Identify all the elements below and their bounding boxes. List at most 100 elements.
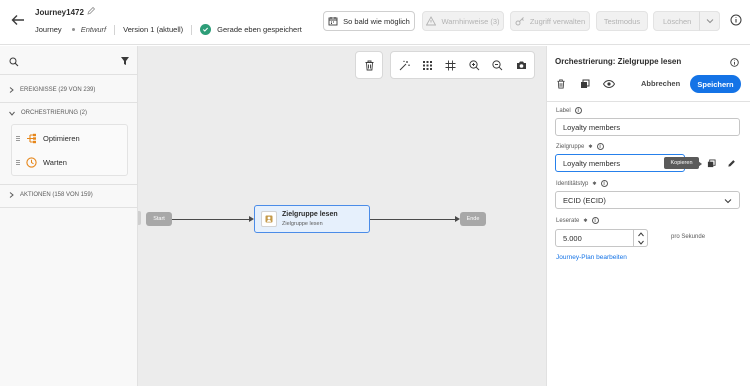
tooltip-arrow [698, 161, 702, 167]
copy-icon[interactable] [707, 159, 716, 168]
chevron-down-icon[interactable] [638, 240, 644, 245]
drag-handle-icon[interactable] [16, 135, 20, 141]
label-input[interactable]: Loyalty members [555, 118, 740, 136]
identity-type-value: ECID (ECID) [563, 195, 606, 205]
required-marker: ✱ [588, 143, 593, 150]
chevron-up-icon[interactable] [638, 232, 644, 237]
chevron-right-icon [9, 192, 14, 198]
edit-name-pencil-icon[interactable] [86, 6, 96, 16]
category-events-label: EREIGNISSE (29 VON 239) [20, 87, 96, 93]
drag-handle-icon[interactable] [16, 159, 20, 165]
rate-value: 5.000 [563, 233, 582, 243]
category-events[interactable]: EREIGNISSE (29 VON 239) [9, 87, 95, 93]
chevron-right-icon [9, 87, 14, 93]
magic-wand-icon[interactable] [399, 60, 410, 71]
divider [0, 207, 138, 208]
trash-icon[interactable] [364, 60, 375, 71]
connector-line [370, 219, 455, 220]
category-actions[interactable]: AKTIONEN (158 VON 159) [9, 192, 93, 198]
info-icon[interactable]: i [574, 107, 582, 114]
back-arrow-icon[interactable] [10, 12, 26, 28]
rate-unit: pro Sekunde [671, 234, 706, 240]
saved-check-icon [200, 24, 212, 35]
copy-tooltip: Kopieren [664, 157, 699, 169]
zoom-in-icon[interactable] [469, 60, 480, 71]
calendar-icon [328, 17, 338, 26]
clock-icon [26, 156, 37, 168]
eye-icon[interactable] [603, 80, 615, 88]
optimize-icon [27, 133, 36, 143]
fit-to-screen-icon[interactable] [445, 60, 456, 71]
chevron-down-icon [706, 19, 713, 24]
identity-type-select[interactable]: ECID (ECID) [555, 191, 740, 209]
info-icon[interactable]: i [600, 180, 608, 187]
filter-icon[interactable] [120, 56, 130, 66]
divider [0, 102, 138, 103]
rate-stepper[interactable] [633, 229, 648, 247]
journey-name: Journey1472 [35, 8, 84, 17]
activity-wait[interactable]: Warten [11, 150, 128, 174]
panel-title: Orchestrierung: Zielgruppe lesen [555, 57, 682, 66]
properties-panel [546, 46, 750, 386]
start-node[interactable]: Start [146, 212, 172, 226]
duplicate-icon[interactable] [580, 79, 590, 89]
audience-label-text: Zielgruppe [556, 143, 585, 150]
schedule-button[interactable]: So bald wie möglich [323, 11, 415, 31]
divider [191, 24, 193, 35]
info-icon[interactable] [730, 14, 742, 26]
warnings-button[interactable]: Warnhinweise (3) [422, 11, 504, 31]
node-subtitle: Zielgruppe lesen [282, 221, 323, 227]
version-label: Version 1 (aktuell) [123, 25, 184, 34]
grid-icon[interactable] [422, 60, 433, 71]
required-marker: ✱ [583, 217, 588, 224]
info-icon[interactable]: i [596, 143, 604, 150]
saved-status: Gerade eben gespeichert [217, 25, 302, 34]
activity-optimize-label: Optimieren [43, 133, 80, 143]
schedule-label: So bald wie möglich [343, 16, 410, 26]
end-node[interactable]: Ende [460, 212, 486, 226]
identity-field-label: Identitätstyp ✱ i [556, 180, 608, 187]
status-dot [71, 28, 75, 31]
more-options-button[interactable] [699, 11, 720, 31]
audience-icon [261, 211, 277, 227]
identity-label-text: Identitätstyp [556, 180, 589, 187]
camera-icon[interactable] [516, 60, 527, 71]
test-mode-label: Testmodus [603, 16, 641, 26]
save-button[interactable]: Speichern [690, 75, 741, 93]
journey-meta: Journey Entwurf Version 1 (aktuell) Gera… [35, 24, 302, 35]
test-mode-button[interactable]: Testmodus [596, 11, 648, 31]
node-title: Zielgruppe lesen [282, 211, 338, 218]
key-icon [515, 17, 524, 26]
manage-access-label: Zugriff verwalten [529, 16, 586, 26]
category-orchestration-label: ORCHESTRIERUNG (2) [21, 110, 88, 116]
info-icon[interactable] [730, 58, 739, 67]
search-icon[interactable] [9, 57, 19, 67]
cancel-button[interactable]: Abbrechen [641, 79, 680, 88]
start-node-label: Start [153, 216, 165, 222]
palette-collapse-handle[interactable] [138, 211, 141, 225]
category-orchestration[interactable]: ORCHESTRIERUNG (2) [9, 110, 87, 116]
category-actions-label: AKTIONEN (158 VON 159) [20, 192, 93, 198]
warning-icon [426, 16, 437, 26]
label-field-label: Label i [556, 107, 582, 114]
info-icon[interactable]: i [591, 217, 599, 224]
edit-journey-plan-link[interactable]: Journey-Plan bearbeiten [556, 254, 627, 261]
chevron-down-icon [9, 111, 15, 116]
trash-icon[interactable] [556, 79, 566, 89]
status-label: Entwurf [80, 25, 107, 34]
read-audience-node[interactable]: Zielgruppe lesen Zielgruppe lesen [254, 205, 370, 233]
zoom-out-icon[interactable] [492, 60, 503, 71]
canvas-toolbar [390, 51, 535, 79]
divider [0, 184, 138, 185]
divider [0, 74, 138, 75]
required-marker: ✱ [592, 180, 597, 187]
delete-toolbar [355, 51, 383, 79]
manage-access-button[interactable]: Zugriff verwalten [510, 11, 590, 31]
chevron-down-icon [724, 199, 732, 204]
header-bar: Journey1472 Journey Entwurf Version 1 (a… [0, 0, 750, 45]
edit-pencil-icon[interactable] [727, 159, 736, 168]
activity-optimize[interactable]: Optimieren [11, 126, 128, 150]
connector-line [172, 219, 249, 220]
rate-label-text: Leserate [556, 217, 580, 224]
delete-label: Löschen [663, 16, 692, 26]
